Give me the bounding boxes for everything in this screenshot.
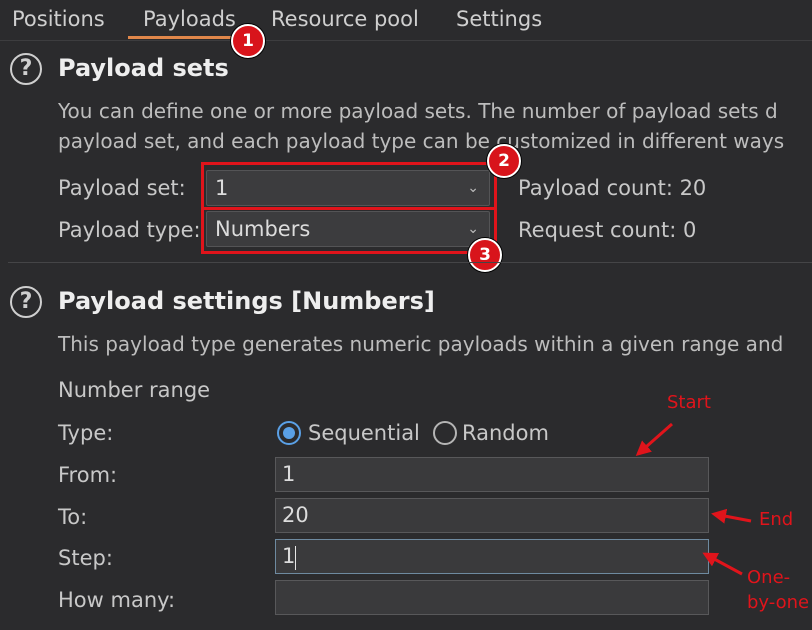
arrow-end <box>711 508 752 524</box>
annotation-arrows <box>635 422 752 576</box>
arrow-start <box>635 422 673 456</box>
arrow-one-by-one <box>702 552 743 576</box>
